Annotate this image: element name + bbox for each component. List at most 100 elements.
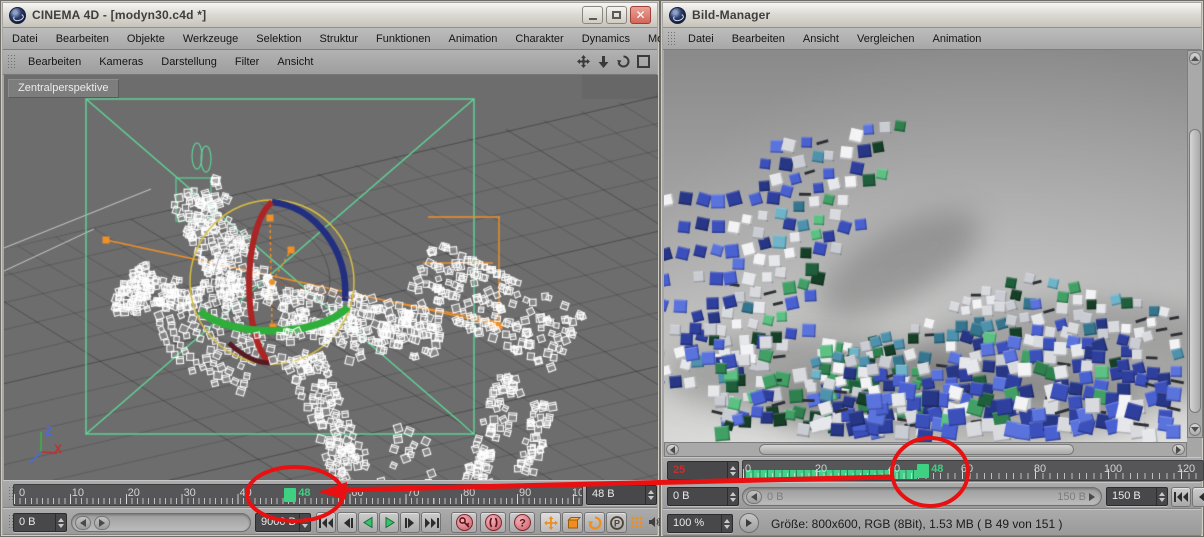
zoom-icon[interactable]: [596, 54, 611, 69]
menu-item-bearbeiten[interactable]: Bearbeiten: [723, 33, 794, 45]
close-icon: ✕: [635, 9, 645, 21]
scroll-right-button[interactable]: [1172, 444, 1185, 455]
frame-spinner[interactable]: [645, 486, 656, 504]
scroll-left-button[interactable]: [666, 444, 679, 455]
arrow-up-icon: [1191, 56, 1199, 61]
previous-frame-button[interactable]: [1192, 487, 1204, 507]
keyframe-help-button[interactable]: ?: [509, 512, 535, 533]
timeline-range-slider[interactable]: [71, 513, 251, 532]
pv-start-frame-field[interactable]: 0 B: [667, 487, 739, 506]
framerate-spinner[interactable]: [727, 462, 738, 479]
menu-item-vergleichen[interactable]: Vergleichen: [848, 33, 924, 45]
pv-timeline-ruler[interactable]: 02040608010012048: [742, 460, 1204, 481]
goto-end-icon: [423, 517, 440, 529]
arrow-down-icon: [1191, 427, 1199, 432]
pv-status-row: 100 % Größe: 800x600, RGB (8Bit), 1.53 M…: [663, 509, 1201, 536]
menu-item-dynamics[interactable]: Dynamics: [573, 33, 639, 45]
current-frame-field[interactable]: 48 B: [586, 485, 657, 505]
maximize-button[interactable]: [606, 6, 627, 24]
menu-item-darstellung[interactable]: Darstellung: [152, 56, 226, 68]
axis-x-label: X: [54, 442, 62, 456]
menu-item-objekte[interactable]: Objekte: [118, 33, 174, 45]
current-frame-marker[interactable]: [284, 488, 296, 502]
menu-item-werkzeuge[interactable]: Werkzeuge: [174, 33, 247, 45]
timeline-ruler[interactable]: 0102030406070809010048: [13, 484, 583, 506]
current-frame-number: 48: [298, 487, 310, 499]
pv-end-spinner[interactable]: [1156, 488, 1167, 505]
current-frame-marker[interactable]: [917, 464, 929, 478]
3d-viewport[interactable]: Zentralperspektive Z X: [4, 75, 658, 480]
goto-end-button[interactable]: [421, 512, 441, 533]
goto-start-button[interactable]: [316, 512, 336, 533]
ruler-tick-label: 0: [19, 487, 25, 499]
menu-item-struktur[interactable]: Struktur: [311, 33, 368, 45]
framerate-field[interactable]: 25: [667, 461, 739, 480]
play-render-button[interactable]: [739, 513, 759, 533]
range-left-handle[interactable]: [75, 516, 91, 530]
menu-item-filter[interactable]: Filter: [226, 56, 268, 68]
autokey-button[interactable]: [480, 512, 506, 533]
menu-item-kameras[interactable]: Kameras: [90, 56, 152, 68]
box-tool-icon: [565, 515, 581, 531]
vertical-scrollbar[interactable]: [1187, 50, 1203, 438]
transport-row: 0 B 9000 B ? P: [3, 508, 657, 535]
record-keyframe-button[interactable]: [451, 512, 477, 533]
vertical-scroll-thumb[interactable]: [1189, 129, 1201, 413]
ruler-tick-label: 30: [184, 487, 196, 499]
pv-range-slider[interactable]: 0 B 150 B: [742, 487, 1102, 506]
minimize-button[interactable]: [582, 6, 603, 24]
pan-icon[interactable]: [576, 54, 591, 69]
viewport-menu-items: BearbeitenKamerasDarstellungFilterAnsich…: [19, 56, 322, 68]
grid-snap-button[interactable]: [630, 515, 644, 534]
toolbar-grip-handle[interactable]: [7, 54, 16, 70]
ruler-tick-label: 40: [888, 463, 900, 475]
box-tool-button[interactable]: [562, 512, 583, 533]
horizontal-scroll-thumb[interactable]: [759, 444, 1074, 455]
range-right-handle[interactable]: [94, 516, 110, 530]
pv-range-left-handle[interactable]: [746, 490, 762, 504]
menu-item-datei[interactable]: Datei: [679, 33, 723, 45]
end-frame-spinner[interactable]: [299, 514, 310, 531]
start-frame-field[interactable]: 0 B: [13, 513, 67, 532]
scroll-up-button[interactable]: [1189, 52, 1201, 65]
menu-item-animation[interactable]: Animation: [923, 33, 990, 45]
menu-item-bearbeiten[interactable]: Bearbeiten: [47, 33, 118, 45]
play-backwards-button[interactable]: [358, 512, 378, 533]
zoom-level-field[interactable]: 100 %: [667, 514, 733, 533]
end-frame-field[interactable]: 9000 B: [255, 513, 311, 532]
menu-item-bearbeiten[interactable]: Bearbeiten: [19, 56, 90, 68]
pv-start-spinner[interactable]: [727, 488, 738, 505]
record-keyframe-icon: [456, 514, 473, 531]
goto-start-button[interactable]: [1171, 487, 1191, 507]
menu-item-animation[interactable]: Animation: [439, 33, 506, 45]
rotate-view-icon[interactable]: [616, 54, 631, 69]
menubar-grip-handle[interactable]: [667, 31, 676, 47]
rotate-tool-button[interactable]: [584, 512, 605, 533]
pv-timeline-row: 25 02040608010012048: [663, 457, 1201, 482]
menu-item-ansicht[interactable]: Ansicht: [794, 33, 848, 45]
move-tool-button[interactable]: [540, 512, 561, 533]
menu-item-funktionen[interactable]: Funktionen: [367, 33, 439, 45]
start-frame-spinner[interactable]: [55, 514, 66, 531]
horizontal-scrollbar[interactable]: [664, 442, 1187, 457]
viewport-camera-label[interactable]: Zentralperspektive: [8, 79, 119, 98]
coordinates-tool-button[interactable]: P: [606, 512, 627, 533]
titlebar[interactable]: CINEMA 4D - [modyn30.c4d *] ✕: [3, 3, 657, 28]
maximize-view-icon[interactable]: [636, 54, 651, 69]
menu-item-charakter[interactable]: Charakter: [506, 33, 572, 45]
close-button[interactable]: ✕: [630, 6, 651, 24]
menu-item-selektion[interactable]: Selektion: [247, 33, 310, 45]
menu-item-datei[interactable]: Datei: [3, 33, 47, 45]
viewport-canvas[interactable]: [4, 75, 658, 480]
ruler-tick-label: 60: [351, 487, 363, 499]
pv-end-frame-field[interactable]: 150 B: [1106, 487, 1168, 506]
menu-item-ansicht[interactable]: Ansicht: [268, 56, 322, 68]
play-forwards-button[interactable]: [379, 512, 399, 533]
scroll-down-button[interactable]: [1189, 423, 1201, 436]
previous-frame-button[interactable]: [337, 512, 357, 533]
next-frame-button[interactable]: [400, 512, 420, 533]
zoom-spinner[interactable]: [721, 515, 732, 532]
titlebar[interactable]: Bild-Manager: [663, 3, 1201, 28]
timeline-row: 0102030406070809010048 48 B: [3, 480, 657, 508]
viewport-menubar: BearbeitenKamerasDarstellungFilterAnsich…: [3, 50, 657, 75]
